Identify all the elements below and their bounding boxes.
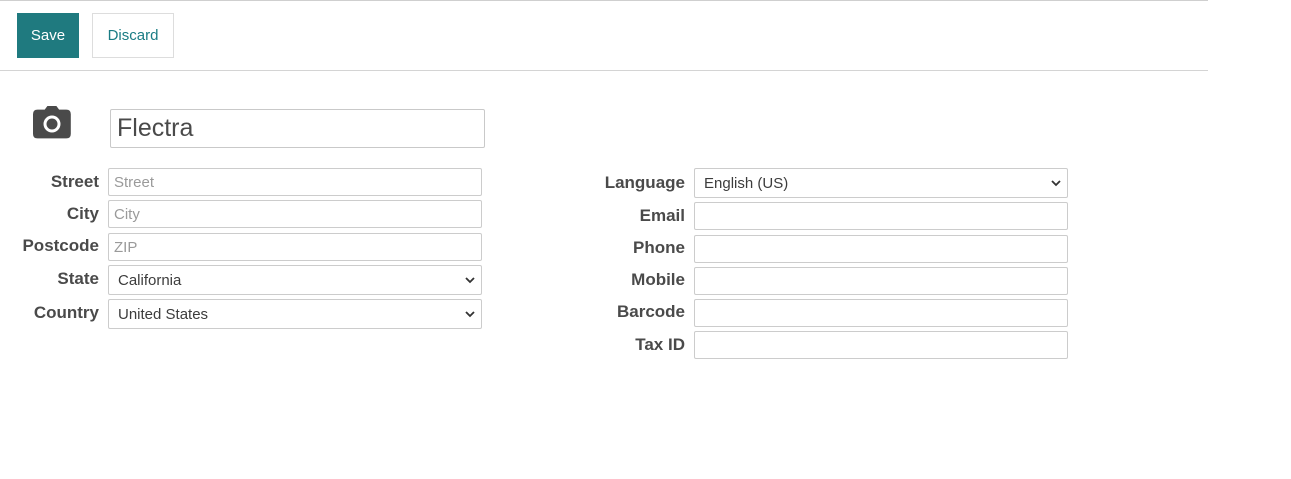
phone-field[interactable] <box>694 235 1068 263</box>
chevron-down-icon <box>465 311 475 318</box>
country-selected-value: United States <box>118 305 209 323</box>
street-input[interactable] <box>108 168 482 196</box>
language-selected-value: English (US) <box>704 174 789 192</box>
state-select[interactable]: California <box>108 265 482 295</box>
state-label: State <box>57 269 99 288</box>
barcode-field[interactable] <box>694 299 1068 327</box>
company-name-input[interactable] <box>110 109 485 148</box>
city-label: City <box>66 204 99 223</box>
city-input[interactable] <box>108 200 482 228</box>
language-select[interactable]: English (US) <box>694 168 1068 198</box>
tax-id-field[interactable] <box>694 331 1068 359</box>
language-label: Language <box>604 173 685 192</box>
mobile-label: Mobile <box>631 270 685 289</box>
email-field[interactable] <box>694 202 1068 230</box>
tax-id-label: Tax ID <box>635 335 685 354</box>
country-label: Country <box>33 303 99 322</box>
save-button[interactable]: Save <box>17 13 79 58</box>
postcode-input[interactable] <box>108 233 482 261</box>
street-label: Street <box>50 172 99 191</box>
state-selected-value: California <box>118 271 182 289</box>
email-label: Email <box>639 206 685 225</box>
discard-button[interactable]: Discard <box>92 13 174 58</box>
country-select[interactable]: United States <box>108 299 482 329</box>
camera-icon[interactable] <box>31 104 73 140</box>
chevron-down-icon <box>465 277 475 284</box>
postcode-label: Postcode <box>22 236 99 255</box>
phone-label: Phone <box>633 238 685 257</box>
mobile-field[interactable] <box>694 267 1068 295</box>
form-toolbar: Save Discard <box>0 1 1208 71</box>
barcode-label: Barcode <box>616 302 685 321</box>
chevron-down-icon <box>1051 180 1061 187</box>
